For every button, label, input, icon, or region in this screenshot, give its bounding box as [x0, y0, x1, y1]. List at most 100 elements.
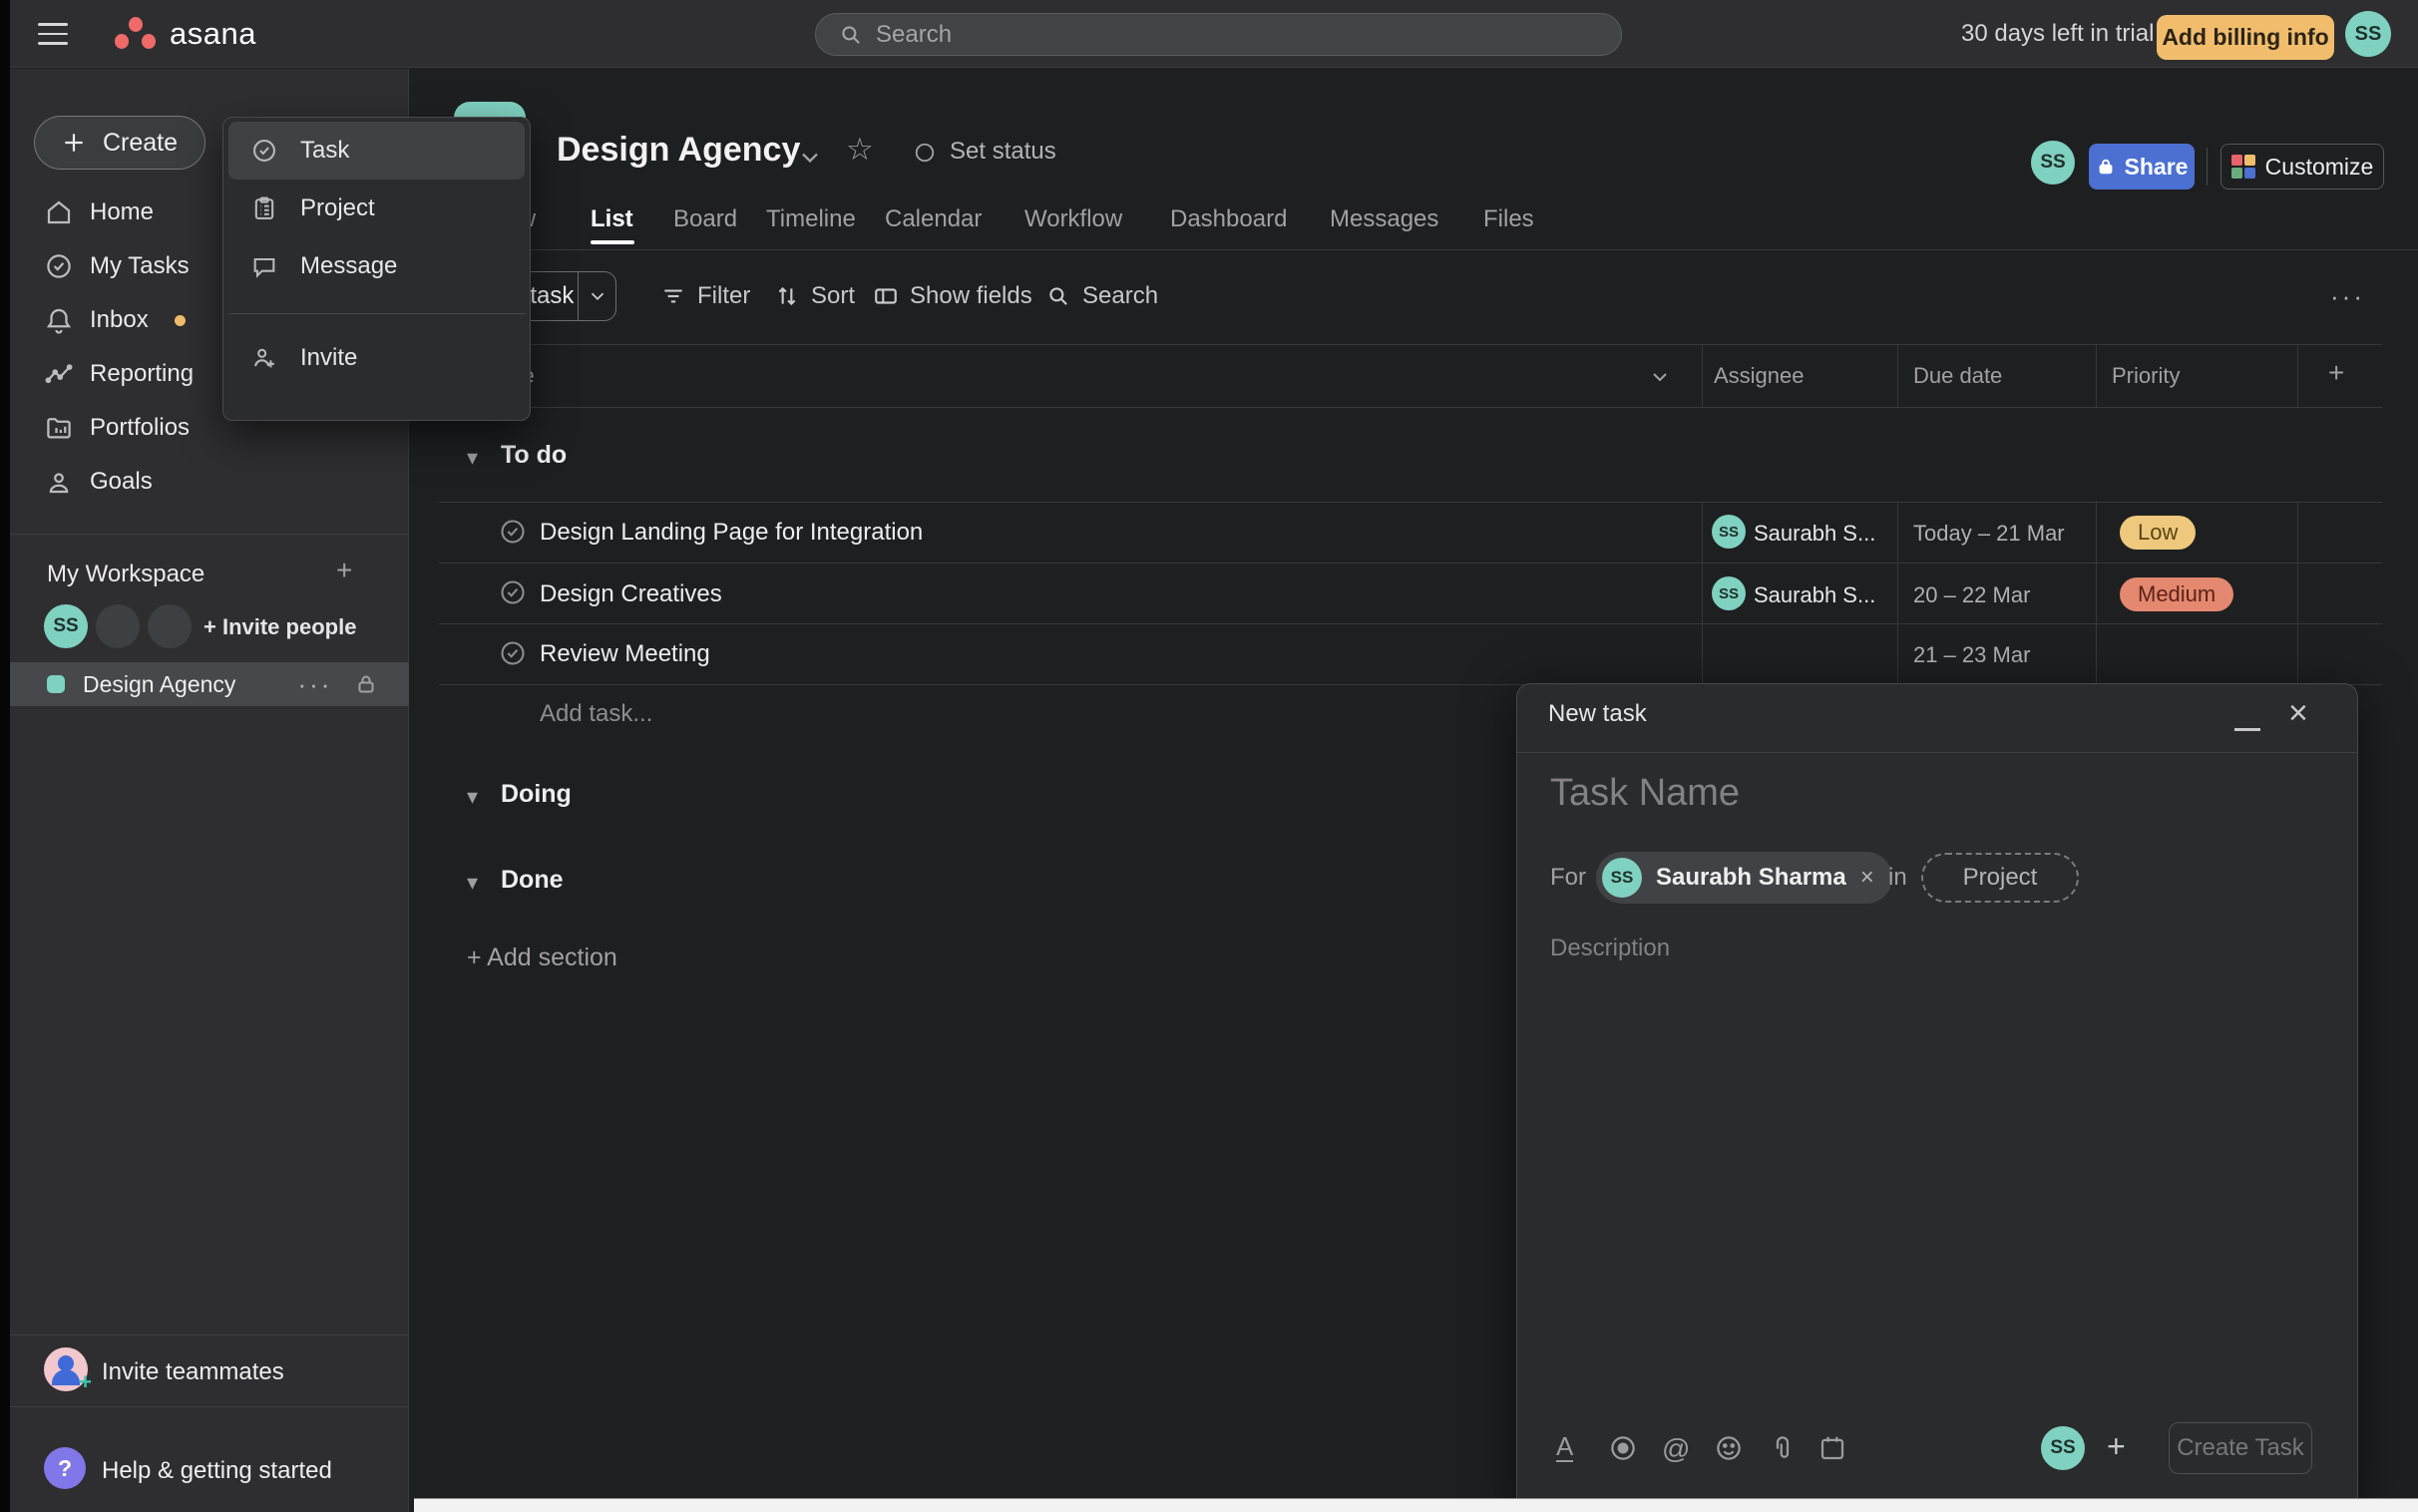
tab-calendar[interactable]: Calendar: [885, 205, 982, 233]
workspace-add-icon[interactable]: +: [336, 555, 352, 586]
assignee-name[interactable]: Saurabh S...: [1754, 521, 1875, 547]
add-task-chevron[interactable]: [578, 272, 615, 320]
sidebar-divider: [10, 1334, 409, 1335]
assignee-chip-name: Saurabh Sharma: [1656, 864, 1846, 892]
project-name: Design Agency: [83, 671, 235, 698]
help-icon[interactable]: ?: [44, 1447, 86, 1489]
record-icon[interactable]: [1608, 1433, 1638, 1463]
tab-messages[interactable]: Messages: [1330, 205, 1438, 233]
add-column-button[interactable]: +: [2328, 357, 2344, 389]
create-task-button[interactable]: Create Task: [2169, 1422, 2312, 1474]
section-collapse-icon[interactable]: ▾: [467, 784, 478, 810]
app-window: asana Search 30 days left in trial Add b…: [0, 0, 2418, 1512]
create-button[interactable]: Create: [34, 116, 205, 170]
search-tasks-button[interactable]: Search: [1045, 282, 1158, 310]
section-collapse-icon[interactable]: ▾: [467, 870, 478, 896]
minimize-icon[interactable]: [2234, 728, 2260, 731]
assignee-avatar[interactable]: SS: [1712, 515, 1746, 549]
invite-teammates-label[interactable]: Invite teammates: [102, 1358, 284, 1386]
tab-timeline[interactable]: Timeline: [766, 205, 856, 233]
task-title[interactable]: Design Creatives: [540, 580, 722, 608]
due-date[interactable]: 20 – 22 Mar: [1913, 582, 2030, 608]
row-border: [439, 502, 2382, 503]
help-label[interactable]: Help & getting started: [102, 1457, 332, 1485]
project-more-icon[interactable]: ···: [297, 669, 332, 700]
logo-dot: [115, 34, 129, 49]
menu-item-project[interactable]: Project: [228, 180, 525, 237]
column-header-priority[interactable]: Priority: [2112, 363, 2180, 389]
show-fields-button[interactable]: Show fields: [873, 282, 1032, 310]
column-border: [1897, 344, 1898, 407]
mention-icon[interactable]: @: [1662, 1433, 1690, 1465]
section-title-done[interactable]: Done: [501, 866, 564, 895]
section-title-todo[interactable]: To do: [501, 441, 567, 470]
sort-icon: [774, 283, 800, 309]
filter-button[interactable]: Filter: [660, 282, 750, 310]
column-chevron-icon[interactable]: [1648, 365, 1672, 389]
task-name-input[interactable]: Task Name: [1550, 772, 1740, 815]
asana-logo[interactable]: asana: [115, 16, 314, 54]
sort-button[interactable]: Sort: [774, 282, 855, 310]
workspace-member-avatar[interactable]: SS: [44, 604, 88, 648]
due-date[interactable]: Today – 21 Mar: [1913, 521, 2065, 547]
member-avatar[interactable]: SS: [2031, 141, 2075, 185]
column-border: [1702, 344, 1703, 407]
tab-workflow[interactable]: Workflow: [1024, 205, 1122, 233]
sidebar-item-label: Inbox: [90, 306, 149, 334]
remove-assignee-icon[interactable]: ×: [1860, 864, 1874, 892]
logo-dot: [129, 17, 143, 32]
assignee-chip[interactable]: SS Saurabh Sharma ×: [1596, 852, 1892, 904]
section-title-doing[interactable]: Doing: [501, 780, 572, 809]
add-billing-info-button[interactable]: Add billing info: [2157, 15, 2334, 60]
column-header-due-date[interactable]: Due date: [1913, 363, 2002, 389]
project-picker[interactable]: Project: [1921, 853, 2079, 903]
global-search-input[interactable]: Search: [815, 13, 1622, 56]
invite-people-link[interactable]: + Invite people: [203, 614, 356, 640]
more-options-icon[interactable]: ···: [2330, 281, 2365, 312]
emoji-icon[interactable]: [1714, 1433, 1744, 1463]
column-header-assignee[interactable]: Assignee: [1714, 363, 1805, 389]
priority-badge-low[interactable]: Low: [2120, 516, 2196, 550]
row-border: [439, 623, 2382, 624]
title-chevron-down-icon[interactable]: [796, 144, 824, 172]
project-icon: [250, 194, 278, 222]
sidebar-item-goals[interactable]: Goals: [10, 455, 409, 509]
add-task-row[interactable]: Add task...: [540, 700, 652, 728]
close-icon[interactable]: ×: [2288, 694, 2308, 733]
task-title[interactable]: Design Landing Page for Integration: [540, 519, 923, 547]
calendar-icon[interactable]: [1817, 1433, 1847, 1463]
task-complete-icon[interactable]: [499, 578, 527, 606]
hamburger-menu-icon[interactable]: [38, 23, 68, 52]
workspace-title[interactable]: My Workspace: [47, 561, 204, 588]
menu-item-invite[interactable]: Invite: [228, 329, 525, 387]
add-collaborator-icon[interactable]: +: [2107, 1428, 2126, 1465]
section-collapse-icon[interactable]: ▾: [467, 445, 478, 471]
description-input[interactable]: Description: [1550, 935, 1670, 962]
tab-list[interactable]: List: [591, 205, 633, 233]
create-dropdown-menu: Task Project Message Invite: [222, 117, 531, 421]
task-title[interactable]: Review Meeting: [540, 640, 710, 668]
tab-files[interactable]: Files: [1483, 205, 1534, 233]
tab-board[interactable]: Board: [673, 205, 737, 233]
menu-item-task[interactable]: Task: [228, 122, 525, 180]
set-status-button[interactable]: Set status: [950, 138, 1056, 166]
add-section-button[interactable]: + Add section: [467, 944, 617, 972]
invite-teammates-row[interactable]: +: [44, 1347, 88, 1391]
star-icon[interactable]: ☆: [846, 132, 874, 168]
share-button[interactable]: Share: [2089, 144, 2195, 189]
assignee-avatar[interactable]: SS: [1712, 576, 1746, 610]
priority-badge-medium[interactable]: Medium: [2120, 577, 2233, 611]
text-format-icon[interactable]: A: [1556, 1433, 1573, 1462]
task-complete-icon[interactable]: [499, 639, 527, 667]
assignee-name[interactable]: Saurabh S...: [1754, 582, 1875, 608]
tab-dashboard[interactable]: Dashboard: [1170, 205, 1287, 233]
user-avatar[interactable]: SS: [2345, 11, 2391, 57]
menu-item-message[interactable]: Message: [228, 237, 525, 295]
top-bar: asana Search 30 days left in trial Add b…: [10, 0, 2418, 68]
sidebar-project-design-agency[interactable]: Design Agency ···: [10, 662, 409, 706]
task-complete-icon[interactable]: [499, 518, 527, 546]
attachment-icon[interactable]: [1768, 1433, 1798, 1463]
due-date[interactable]: 21 – 23 Mar: [1913, 642, 2030, 668]
customize-button[interactable]: Customize: [2220, 144, 2384, 189]
filter-icon: [660, 283, 686, 309]
